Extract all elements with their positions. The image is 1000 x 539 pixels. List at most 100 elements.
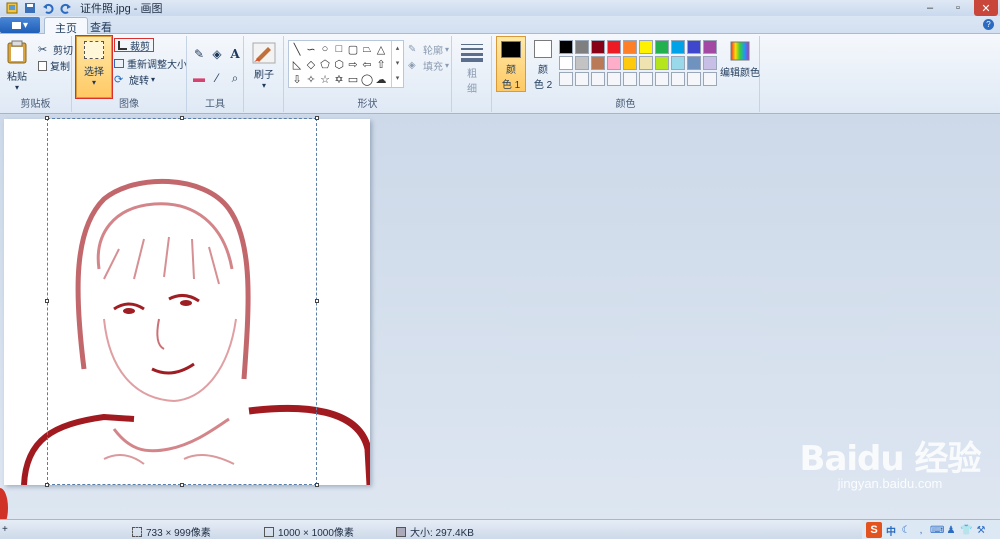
rotate-button[interactable]: ⟳ 旋转 ▾ — [114, 72, 155, 88]
hexagon-shape-icon[interactable]: ⬡ — [332, 57, 346, 71]
polygon-shape-icon[interactable]: ⏢ — [360, 42, 374, 56]
curve-shape-icon[interactable]: ∽ — [304, 42, 318, 56]
palette-color-swatch[interactable] — [687, 56, 701, 70]
selection-handle[interactable] — [315, 483, 319, 487]
palette-color-swatch[interactable] — [639, 56, 653, 70]
selection-handle[interactable] — [180, 483, 184, 487]
palette-color-swatch[interactable] — [703, 56, 717, 70]
copy-button[interactable]: 复制 — [38, 58, 70, 73]
palette-color-swatch[interactable] — [607, 40, 621, 54]
undo-icon[interactable] — [42, 2, 54, 14]
moon-icon[interactable]: ☾ — [900, 525, 912, 536]
punctuation-icon[interactable]: , — [915, 525, 927, 536]
palette-color-swatch[interactable] — [591, 56, 605, 70]
oval-shape-icon[interactable]: ○ — [318, 42, 332, 56]
palette-color-swatch[interactable] — [591, 40, 605, 54]
magnifier-icon[interactable]: ⌕ — [227, 70, 243, 86]
selection-handle[interactable] — [45, 483, 49, 487]
palette-custom-slot[interactable] — [671, 72, 685, 86]
tab-view[interactable]: 查看 — [80, 17, 122, 35]
selection-rectangle[interactable] — [45, 116, 319, 487]
color2-button[interactable]: 颜 色 2 — [528, 36, 558, 92]
outline-button[interactable]: ✎ 轮廓 ▾ — [408, 42, 449, 58]
palette-color-swatch[interactable] — [575, 56, 589, 70]
color-picker-icon[interactable]: ⁄ — [209, 70, 225, 86]
arrow-right-shape-icon[interactable]: ⇨ — [346, 57, 360, 71]
pencil-icon[interactable]: ✎ — [191, 46, 207, 62]
shapes-scroll[interactable]: ▴ ▾ ▾ — [391, 41, 403, 87]
palette-color-swatch[interactable] — [671, 40, 685, 54]
line-shape-icon[interactable]: ╲ — [290, 42, 304, 56]
palette-color-swatch[interactable] — [639, 40, 653, 54]
palette-custom-slot[interactable] — [623, 72, 637, 86]
palette-custom-slot[interactable] — [703, 72, 717, 86]
cut-button[interactable]: ✂ 剪切 — [38, 42, 73, 58]
palette-color-swatch[interactable] — [559, 40, 573, 54]
palette-color-swatch[interactable] — [607, 56, 621, 70]
right-triangle-shape-icon[interactable]: ◺ — [290, 57, 304, 71]
user-icon[interactable]: ♟ — [945, 525, 957, 536]
size-button[interactable]: 粗 细 — [460, 42, 484, 95]
callout-oval-shape-icon[interactable]: ◯ — [360, 72, 374, 86]
edit-colors-button[interactable]: 编辑颜色 — [720, 40, 760, 79]
save-icon[interactable] — [24, 2, 36, 14]
callout-cloud-shape-icon[interactable]: ☁ — [374, 72, 388, 86]
palette-color-swatch[interactable] — [687, 40, 701, 54]
palette-custom-slot[interactable] — [575, 72, 589, 86]
help-icon[interactable]: ? — [983, 19, 994, 30]
ime-mode-text[interactable]: 中 — [885, 523, 897, 538]
arrow-up-shape-icon[interactable]: ⇧ — [374, 57, 388, 71]
palette-custom-slot[interactable] — [591, 72, 605, 86]
triangle-shape-icon[interactable]: △ — [374, 42, 388, 56]
palette-custom-slot[interactable] — [639, 72, 653, 86]
palette-custom-slot[interactable] — [559, 72, 573, 86]
pentagon-shape-icon[interactable]: ⬠ — [318, 57, 332, 71]
rounded-rect-shape-icon[interactable]: ▢ — [346, 42, 360, 56]
paint-app-icon[interactable] — [6, 2, 18, 14]
palette-custom-slot[interactable] — [655, 72, 669, 86]
selection-handle[interactable] — [45, 299, 49, 303]
resize-button[interactable]: 重新调整大小 — [114, 56, 187, 71]
palette-custom-slot[interactable] — [687, 72, 701, 86]
palette-color-swatch[interactable] — [559, 56, 573, 70]
palette-color-swatch[interactable] — [655, 40, 669, 54]
text-tool-icon[interactable]: A — [227, 46, 243, 62]
fill-bucket-icon[interactable]: ◈ — [209, 46, 225, 62]
fill-button[interactable]: ◈ 填充 ▾ — [408, 58, 449, 74]
palette-color-swatch[interactable] — [575, 40, 589, 54]
palette-color-swatch[interactable] — [703, 40, 717, 54]
arrow-down-shape-icon[interactable]: ⇩ — [290, 72, 304, 86]
selection-handle[interactable] — [45, 116, 49, 120]
arrow-left-shape-icon[interactable]: ⇦ — [360, 57, 374, 71]
selection-handle[interactable] — [180, 116, 184, 120]
star6-shape-icon[interactable]: ✡ — [332, 72, 346, 86]
maximize-button[interactable]: ▫ — [946, 0, 970, 16]
file-menu-button[interactable]: ▾ — [0, 17, 40, 33]
keyboard-icon[interactable]: ⌨ — [930, 525, 944, 536]
minimize-button[interactable]: – — [918, 0, 942, 16]
close-button[interactable]: ✕ — [974, 0, 998, 16]
crop-button[interactable]: 裁剪 — [114, 38, 154, 53]
brush-button[interactable]: 刷子 ▾ — [252, 42, 276, 90]
eraser-icon[interactable]: ▬ — [191, 70, 207, 86]
star4-shape-icon[interactable]: ✧ — [304, 72, 318, 86]
paste-button[interactable]: 粘贴 ▾ — [6, 40, 28, 92]
palette-custom-slot[interactable] — [607, 72, 621, 86]
diamond-shape-icon[interactable]: ◇ — [304, 57, 318, 71]
palette-color-swatch[interactable] — [671, 56, 685, 70]
redo-icon[interactable] — [60, 2, 72, 14]
star5-shape-icon[interactable]: ☆ — [318, 72, 332, 86]
tools-icon[interactable]: ⚒ — [975, 525, 987, 536]
callout-rect-shape-icon[interactable]: ▭ — [346, 72, 360, 86]
sogou-ime-icon[interactable]: S — [866, 522, 882, 538]
palette-color-swatch[interactable] — [655, 56, 669, 70]
palette-color-swatch[interactable] — [623, 40, 637, 54]
rectangle-shape-icon[interactable]: □ — [332, 42, 346, 56]
selection-handle[interactable] — [315, 116, 319, 120]
shapes-gallery[interactable]: ╲ ∽ ○ □ ▢ ⏢ △ ◺ ◇ ⬠ ⬡ ⇨ ⇦ ⇧ ⇩ ✧ ☆ ✡ ▭ ◯ … — [288, 40, 404, 88]
selection-handle[interactable] — [315, 299, 319, 303]
palette-color-swatch[interactable] — [623, 56, 637, 70]
color1-button[interactable]: 颜 色 1 — [496, 36, 526, 92]
select-button[interactable]: 选择 ▾ — [75, 35, 113, 99]
shirt-icon[interactable]: 👕 — [960, 525, 972, 536]
